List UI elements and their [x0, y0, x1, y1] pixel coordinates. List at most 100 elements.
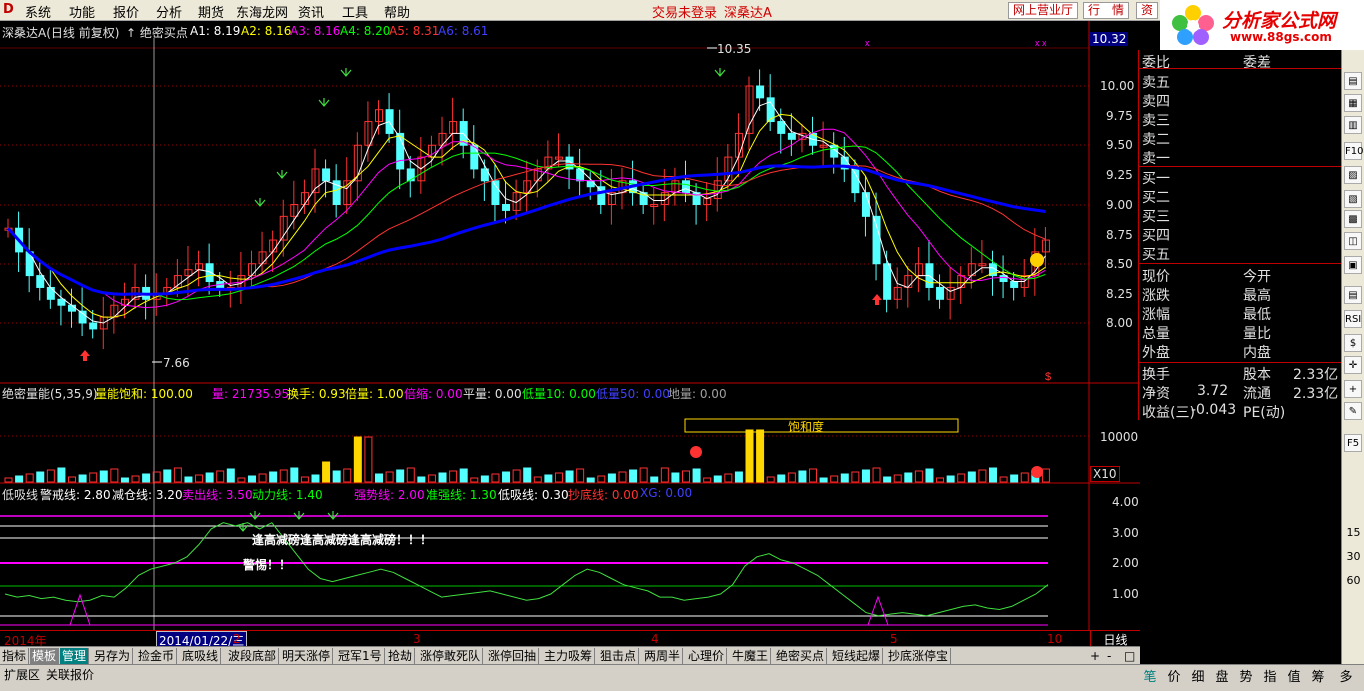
- tab-robbery[interactable]: 抢劫: [386, 648, 416, 664]
- ext-area-tab[interactable]: 扩展区: [4, 666, 40, 683]
- stat-label: 涨幅: [1142, 307, 1170, 323]
- tab-box-button[interactable]: □: [1122, 648, 1137, 664]
- sell-level: 卖五: [1142, 75, 1170, 91]
- trend-tab[interactable]: 势: [1236, 666, 1256, 685]
- buy-arrows: [80, 294, 882, 361]
- info-label: 净资: [1142, 386, 1170, 402]
- brand-name: 分析家公式网: [1222, 10, 1337, 32]
- price-tick: 9.25: [1106, 168, 1133, 182]
- chart-icon[interactable]: ▨: [1344, 166, 1362, 184]
- tab-indicator[interactable]: 指标: [0, 648, 30, 664]
- chart-icon[interactable]: ▤: [1344, 72, 1362, 90]
- date-month: 10: [1047, 632, 1063, 646]
- tab-secret[interactable]: 绝密买点: [774, 648, 828, 664]
- tab-burst[interactable]: 短线起爆: [830, 648, 884, 664]
- signal-ball-icon: [1031, 466, 1043, 478]
- info-value: 3.72: [1197, 383, 1229, 399]
- formula-tabs: 指标 模板 管理 另存为 捡金币 底吸线 波段底部 明天涨停 冠军1号 抢劫 涨…: [0, 646, 1140, 664]
- info-label: PE(动): [1243, 405, 1286, 421]
- tab-twoweek[interactable]: 两周半: [642, 648, 684, 664]
- a3-value: A3: 8.16: [290, 24, 341, 38]
- chart-icon[interactable]: ◫: [1344, 232, 1362, 250]
- tab-champion[interactable]: 冠军1号: [336, 648, 385, 664]
- chart-icon[interactable]: ▧: [1344, 190, 1362, 208]
- tab-template[interactable]: 模板: [30, 648, 60, 664]
- tab-boduan[interactable]: 波段底部: [226, 648, 280, 664]
- sell-level: 卖三: [1142, 113, 1170, 129]
- sell-level: 卖一: [1142, 151, 1170, 167]
- tab-team[interactable]: 涨停敢死队: [418, 648, 484, 664]
- info-value: 2.33亿: [1293, 386, 1339, 402]
- more-tab[interactable]: 多: [1336, 666, 1356, 685]
- price-tick: 8.75: [1106, 228, 1133, 242]
- info-value: -0.043: [1191, 402, 1237, 418]
- vol-low50: 低量50: 0.00: [596, 387, 670, 401]
- low-label: 7.66: [163, 356, 190, 370]
- brand-logo: 分析家公式网 www.88gs.com: [1160, 0, 1364, 50]
- detail-tab[interactable]: 细: [1188, 666, 1208, 685]
- plus-icon[interactable]: +: [1344, 380, 1362, 398]
- tab-absorb[interactable]: 主力吸筹: [542, 648, 596, 664]
- chart-icon[interactable]: ▤: [1344, 286, 1362, 304]
- tab-bull[interactable]: 牛魔王: [730, 648, 772, 664]
- buy-level: 买四: [1142, 228, 1170, 244]
- tick-tab[interactable]: 笔: [1140, 666, 1160, 685]
- price-tick: 9.50: [1106, 138, 1133, 152]
- tab-tomorrow[interactable]: 明天涨停: [280, 648, 334, 664]
- dollar-icon[interactable]: $: [1344, 334, 1362, 352]
- osc-tick: 4.00: [1112, 495, 1139, 509]
- chart-icon[interactable]: ▣: [1344, 256, 1362, 274]
- chart-icon[interactable]: ▥: [1344, 116, 1362, 134]
- tab-saveas[interactable]: 另存为: [92, 648, 134, 664]
- right-toolbar: ▤ ▦ ▥ F10 ▨ ▧ ▩ ◫ ▣ ▤ RSI $ ✛ + ✎ F5 15 …: [1341, 50, 1364, 670]
- osc-note-alert: 警惕！！: [243, 558, 292, 572]
- rsi-icon[interactable]: RSI: [1344, 310, 1362, 328]
- chart-icon[interactable]: ▦: [1344, 94, 1362, 112]
- stat-label: 最低: [1243, 307, 1271, 323]
- quote-label: 委比: [1142, 55, 1170, 71]
- period-15[interactable]: 15: [1342, 526, 1364, 539]
- tab-manage[interactable]: 管理: [60, 648, 90, 664]
- buy-level: 买三: [1142, 209, 1170, 225]
- sell-level: 卖四: [1142, 94, 1170, 110]
- tab-dixi[interactable]: 底吸线: [180, 648, 222, 664]
- sell-arrows: [237, 68, 726, 532]
- period-30[interactable]: 30: [1342, 550, 1364, 563]
- pan-tab[interactable]: 盘: [1212, 666, 1232, 685]
- osc-strong: 强势线: 2.00: [354, 488, 425, 502]
- chip-tab[interactable]: 筹: [1308, 666, 1328, 685]
- a4-value: A4: 8.20: [340, 24, 391, 38]
- tab-psych[interactable]: 心理价: [686, 648, 728, 664]
- buy-level: 买五: [1142, 247, 1170, 263]
- price-tick: 9.75: [1106, 109, 1133, 123]
- date-month: 4: [651, 632, 659, 646]
- stat-label: 内盘: [1243, 345, 1271, 361]
- cross-icon[interactable]: ✛: [1344, 356, 1362, 374]
- stat-label: 总量: [1142, 326, 1170, 342]
- tab-add-button[interactable]: +: [1088, 648, 1102, 664]
- tab-sniper[interactable]: 狙击点: [598, 648, 640, 664]
- period-label[interactable]: 日线: [1090, 630, 1140, 647]
- period-60[interactable]: 60: [1342, 574, 1364, 587]
- oscillator-line: [4, 522, 1049, 617]
- tab-bottom[interactable]: 抄底涨停宝: [886, 648, 952, 664]
- a6-value: A6: 8.61: [438, 24, 489, 38]
- tab-gold[interactable]: 捡金币: [136, 648, 178, 664]
- f10-icon[interactable]: F10: [1344, 142, 1363, 160]
- svg-text:x x: x x: [1035, 38, 1047, 48]
- tab-pullback[interactable]: 涨停回抽: [486, 648, 540, 664]
- f5-icon[interactable]: F5: [1344, 434, 1362, 452]
- price-tab[interactable]: 价: [1164, 666, 1184, 685]
- value-tab[interactable]: 值: [1284, 666, 1304, 685]
- buy-level: 买二: [1142, 190, 1170, 206]
- tab-remove-button[interactable]: -: [1105, 648, 1113, 664]
- vol-value: 量: 21735.95: [212, 387, 290, 401]
- chart-svg[interactable]: $ x x x: [0, 0, 1140, 646]
- osc-tick: 1.00: [1112, 587, 1139, 601]
- pen-icon[interactable]: ✎: [1344, 402, 1362, 420]
- related-quote-tab[interactable]: 关联报价: [46, 666, 94, 683]
- index-tab[interactable]: 指: [1260, 666, 1280, 685]
- bottom-bar: 扩展区 关联报价 笔 价 细 盘 势 指 值 筹 多: [0, 664, 1364, 691]
- candlestick-series: [4, 69, 1050, 350]
- chart-icon[interactable]: ▩: [1344, 210, 1362, 228]
